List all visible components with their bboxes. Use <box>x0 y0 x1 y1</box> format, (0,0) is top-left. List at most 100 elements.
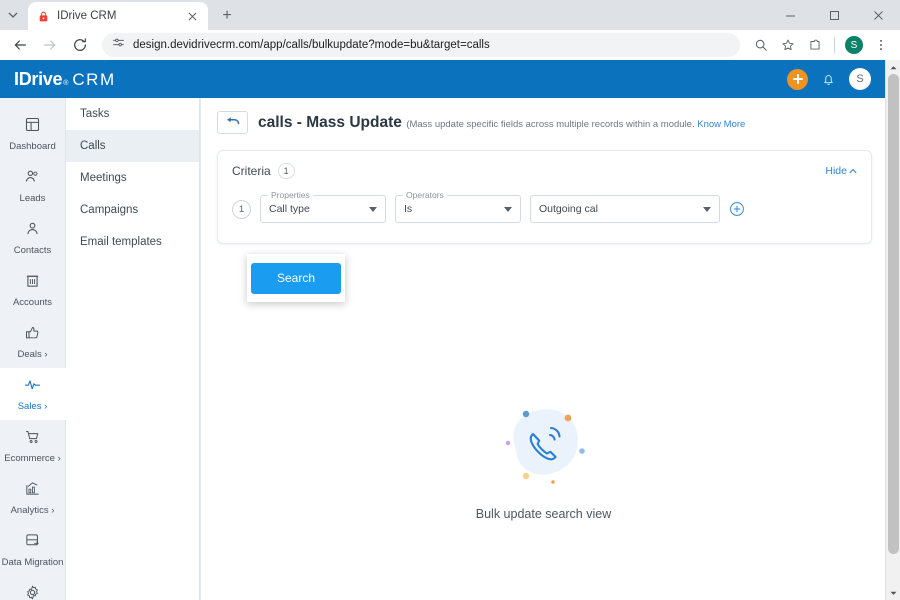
plus-circle-icon[interactable] <box>729 201 745 217</box>
main-content: calls - Mass Update (Mass update specifi… <box>200 98 885 600</box>
profile-initial: S <box>845 36 863 54</box>
caret-down-icon[interactable] <box>886 586 900 600</box>
search-button[interactable]: Search <box>251 262 341 294</box>
sidebar-item-settings[interactable]: Settings › <box>0 576 66 600</box>
arrow-left-icon[interactable] <box>6 31 34 59</box>
search-button-highlight: Search <box>247 254 345 302</box>
property-select-value: Call type <box>269 203 310 215</box>
secondary-sidebar: Tasks Calls Meetings Campaigns Email tem… <box>66 98 200 600</box>
page-subtitle: (Mass update specific fields across mult… <box>406 119 745 130</box>
value-select[interactable]: Outgoing cal <box>530 195 720 223</box>
criteria-row: 1 Properties Call type Operators Is Outg… <box>232 190 857 223</box>
minimize-icon[interactable] <box>768 0 812 30</box>
scrollbar-thumb[interactable] <box>888 74 899 554</box>
kebab-menu-icon[interactable] <box>868 32 894 58</box>
browser-tabstrip: IDrive CRM + <box>0 0 240 30</box>
user-avatar[interactable]: S <box>849 68 871 90</box>
sidebar-item-contacts[interactable]: Contacts <box>0 212 66 264</box>
star-icon[interactable] <box>775 32 801 58</box>
logo-secondary-text: CRM <box>72 69 116 89</box>
criteria-count-badge: 1 <box>277 163 295 179</box>
page-title-group: calls - Mass Update (Mass update specifi… <box>258 114 745 132</box>
page-title: calls - Mass Update <box>258 113 402 131</box>
sidebar-item-accounts[interactable]: Accounts <box>0 264 66 316</box>
sidebar-item-label: Analytics › <box>10 504 55 516</box>
criteria-title: Criteria <box>232 164 271 178</box>
idrive-crm-logo[interactable]: IDrive ® CRM <box>14 69 116 90</box>
tab-search-button[interactable] <box>0 0 26 30</box>
leads-icon <box>24 168 41 190</box>
primary-sidebar: Dashboard Leads Contacts Accounts Deals … <box>0 98 66 600</box>
toolbar-divider <box>834 37 835 53</box>
gear-icon <box>24 584 41 600</box>
sidebar-item-label: Ecommerce › <box>4 452 61 464</box>
sidebar-item-ecommerce[interactable]: Ecommerce › <box>0 420 66 472</box>
caret-up-icon[interactable] <box>886 60 900 74</box>
criteria-card: Criteria 1 Hide 1 Properties Call type O… <box>217 150 872 302</box>
maximize-icon[interactable] <box>812 0 856 30</box>
sidebar-item-dashboard[interactable]: Dashboard <box>0 108 66 160</box>
tune-icon[interactable] <box>112 36 125 54</box>
browser-tab-title: IDrive CRM <box>57 10 117 22</box>
operator-select-value: Is <box>404 203 413 215</box>
sidebar-item-label: Deals › <box>17 348 48 360</box>
window-close-icon[interactable] <box>856 0 900 30</box>
lock-icon <box>36 9 50 23</box>
operator-select[interactable]: Operators Is <box>395 190 521 223</box>
sidebar-item-data-migration[interactable]: Data Migration <box>0 524 66 576</box>
search-icon[interactable] <box>748 32 774 58</box>
screenshot-root: IDrive CRM + design.devidrivecrm.com/app… <box>0 0 900 600</box>
sidebar-item-deals[interactable]: Deals › <box>0 316 66 368</box>
logo-registered-mark: ® <box>63 79 69 87</box>
sidebar-item-sales[interactable]: Sales › <box>0 368 66 420</box>
pulse-icon <box>24 376 41 398</box>
bell-icon[interactable] <box>821 72 836 87</box>
avatar[interactable]: S <box>841 32 867 58</box>
subnav-item-email-templates[interactable]: Email templates <box>66 226 199 258</box>
sidebar-item-label: Accounts <box>12 296 53 308</box>
app-header: IDrive ® CRM S <box>0 60 885 98</box>
window-controls <box>768 0 900 30</box>
criteria-card-header: Criteria 1 Hide <box>232 163 857 179</box>
sidebar-item-analytics[interactable]: Analytics › <box>0 472 66 524</box>
empty-state-text: Bulk update search view <box>475 507 612 521</box>
sidebar-item-label: Data Migration <box>1 556 64 568</box>
address-bar[interactable]: design.devidrivecrm.com/app/calls/bulkup… <box>102 33 740 57</box>
back-arrow-icon <box>225 114 240 132</box>
reload-icon[interactable] <box>66 31 94 59</box>
sidebar-item-label: Leads <box>19 192 46 204</box>
arrow-right-icon[interactable] <box>36 31 64 59</box>
sidebar-item-label: Contacts <box>13 244 52 256</box>
subnav-item-calls[interactable]: Calls <box>66 130 199 162</box>
subnav-item-campaigns[interactable]: Campaigns <box>66 194 199 226</box>
sidebar-item-label: Dashboard <box>9 140 56 152</box>
extensions-icon[interactable] <box>802 32 828 58</box>
page-header: calls - Mass Update (Mass update specifi… <box>201 98 885 134</box>
subnav-item-tasks[interactable]: Tasks <box>66 98 199 130</box>
toolbar-icons: S <box>748 32 894 58</box>
analytics-icon <box>24 480 41 502</box>
page-scrollbar[interactable] <box>885 60 900 600</box>
hide-criteria-toggle[interactable]: Hide <box>825 165 857 177</box>
browser-tab[interactable]: IDrive CRM <box>28 2 208 30</box>
phone-call-icon <box>484 398 604 493</box>
add-record-button[interactable] <box>787 68 808 90</box>
page-subtitle-text: (Mass update specific fields across mult… <box>406 118 695 130</box>
know-more-link[interactable]: Know More <box>697 119 745 130</box>
operator-select-label: Operators <box>403 190 447 200</box>
sidebar-item-leads[interactable]: Leads <box>0 160 66 212</box>
web-app: IDrive ® CRM S Dashboard Leads Contacts … <box>0 60 885 600</box>
close-icon[interactable] <box>184 8 200 24</box>
sidebar-item-label: Sales › <box>17 400 48 412</box>
value-select-value: Outgoing cal <box>539 203 598 215</box>
cart-icon <box>24 428 41 450</box>
new-tab-button[interactable]: + <box>214 3 240 29</box>
accounts-icon <box>24 272 41 294</box>
chevron-down-icon <box>703 206 711 212</box>
empty-state: Bulk update search view <box>201 398 886 521</box>
subnav-item-meetings[interactable]: Meetings <box>66 162 199 194</box>
back-button[interactable] <box>217 111 248 134</box>
browser-tabstrip-bar: IDrive CRM + <box>0 0 900 30</box>
property-select[interactable]: Properties Call type <box>260 190 386 223</box>
browser-toolbar: design.devidrivecrm.com/app/calls/bulkup… <box>0 30 900 60</box>
